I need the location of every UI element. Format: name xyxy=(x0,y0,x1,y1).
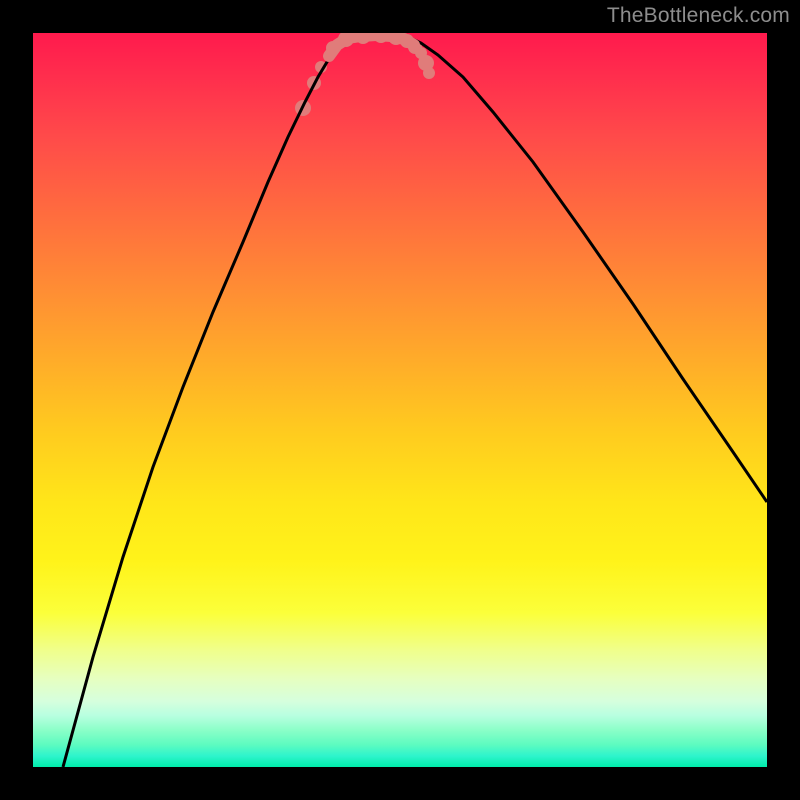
bottleneck-curve-path xyxy=(63,35,767,767)
trough-marker xyxy=(423,67,435,79)
chart-stage: TheBottleneck.com xyxy=(0,0,800,800)
watermark-text: TheBottleneck.com xyxy=(607,4,790,28)
marker-trough-stroke xyxy=(329,35,414,56)
bottleneck-curve xyxy=(33,33,767,767)
chart-plot-area xyxy=(33,33,767,767)
